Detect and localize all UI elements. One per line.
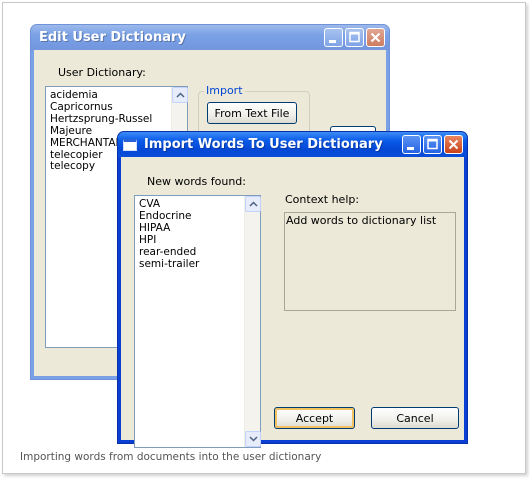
import-words-window: Import Words To User Dictionary New word… xyxy=(117,131,468,448)
maximize-button[interactable] xyxy=(423,135,442,154)
edit-dictionary-title: Edit User Dictionary xyxy=(39,30,186,45)
list-item[interactable]: HIPAA xyxy=(139,222,170,234)
list-item[interactable]: Capricornus xyxy=(50,101,113,113)
scroll-down-button[interactable] xyxy=(245,431,261,447)
scroll-up-icon xyxy=(176,92,185,98)
close-icon xyxy=(370,32,381,43)
close-icon xyxy=(448,139,459,150)
screenshot-caption: Importing words from documents into the … xyxy=(20,451,322,463)
scroll-up-icon xyxy=(249,201,258,207)
new-words-scrollbar[interactable] xyxy=(244,196,261,447)
maximize-button[interactable] xyxy=(345,28,364,47)
minimize-button[interactable] xyxy=(324,28,343,47)
context-help-label: Context help: xyxy=(285,193,360,206)
list-item[interactable]: semi-trailer xyxy=(139,258,199,270)
edit-dictionary-titlebar[interactable]: Edit User Dictionary xyxy=(31,25,389,50)
minimize-icon xyxy=(329,40,336,43)
window-icon xyxy=(123,138,137,151)
list-item[interactable]: Majeure xyxy=(50,125,92,137)
new-words-label: New words found: xyxy=(147,175,246,188)
minimize-icon xyxy=(407,147,414,150)
scroll-up-button[interactable] xyxy=(245,196,261,212)
list-item[interactable]: telecopier xyxy=(50,149,103,161)
scroll-down-icon xyxy=(249,436,258,442)
accept-button[interactable]: Accept xyxy=(274,407,355,429)
context-help-text: Add words to dictionary list xyxy=(286,214,437,227)
list-item[interactable]: Endocrine xyxy=(139,210,192,222)
import-words-title: Import Words To User Dictionary xyxy=(144,137,383,152)
maximize-icon xyxy=(349,31,360,43)
list-item[interactable]: Hertzsprung-Russel xyxy=(50,113,152,125)
list-item[interactable]: CVA xyxy=(139,198,160,210)
cancel-button[interactable]: Cancel xyxy=(371,407,459,429)
close-button[interactable] xyxy=(444,135,463,154)
import-group-label: Import xyxy=(204,84,245,97)
context-help-box: Add words to dictionary list xyxy=(284,212,456,311)
list-item[interactable]: rear-ended xyxy=(139,246,196,258)
scroll-up-button[interactable] xyxy=(172,87,188,103)
import-words-body: New words found: CVA Endocrine HIPAA HPI rea… xyxy=(121,157,464,448)
import-words-titlebar[interactable]: Import Words To User Dictionary xyxy=(118,132,467,157)
user-dictionary-label: User Dictionary: xyxy=(58,66,146,79)
from-text-file-button[interactable]: From Text File xyxy=(207,102,297,124)
minimize-button[interactable] xyxy=(402,135,421,154)
close-button[interactable] xyxy=(366,28,385,47)
maximize-icon xyxy=(427,138,438,150)
list-item[interactable]: telecopy xyxy=(50,160,95,172)
new-words-list[interactable]: CVA Endocrine HIPAA HPI rear-ended semi-trail… xyxy=(134,195,261,448)
list-item[interactable]: HPI xyxy=(139,234,156,246)
list-item[interactable]: acidemia xyxy=(50,89,98,101)
